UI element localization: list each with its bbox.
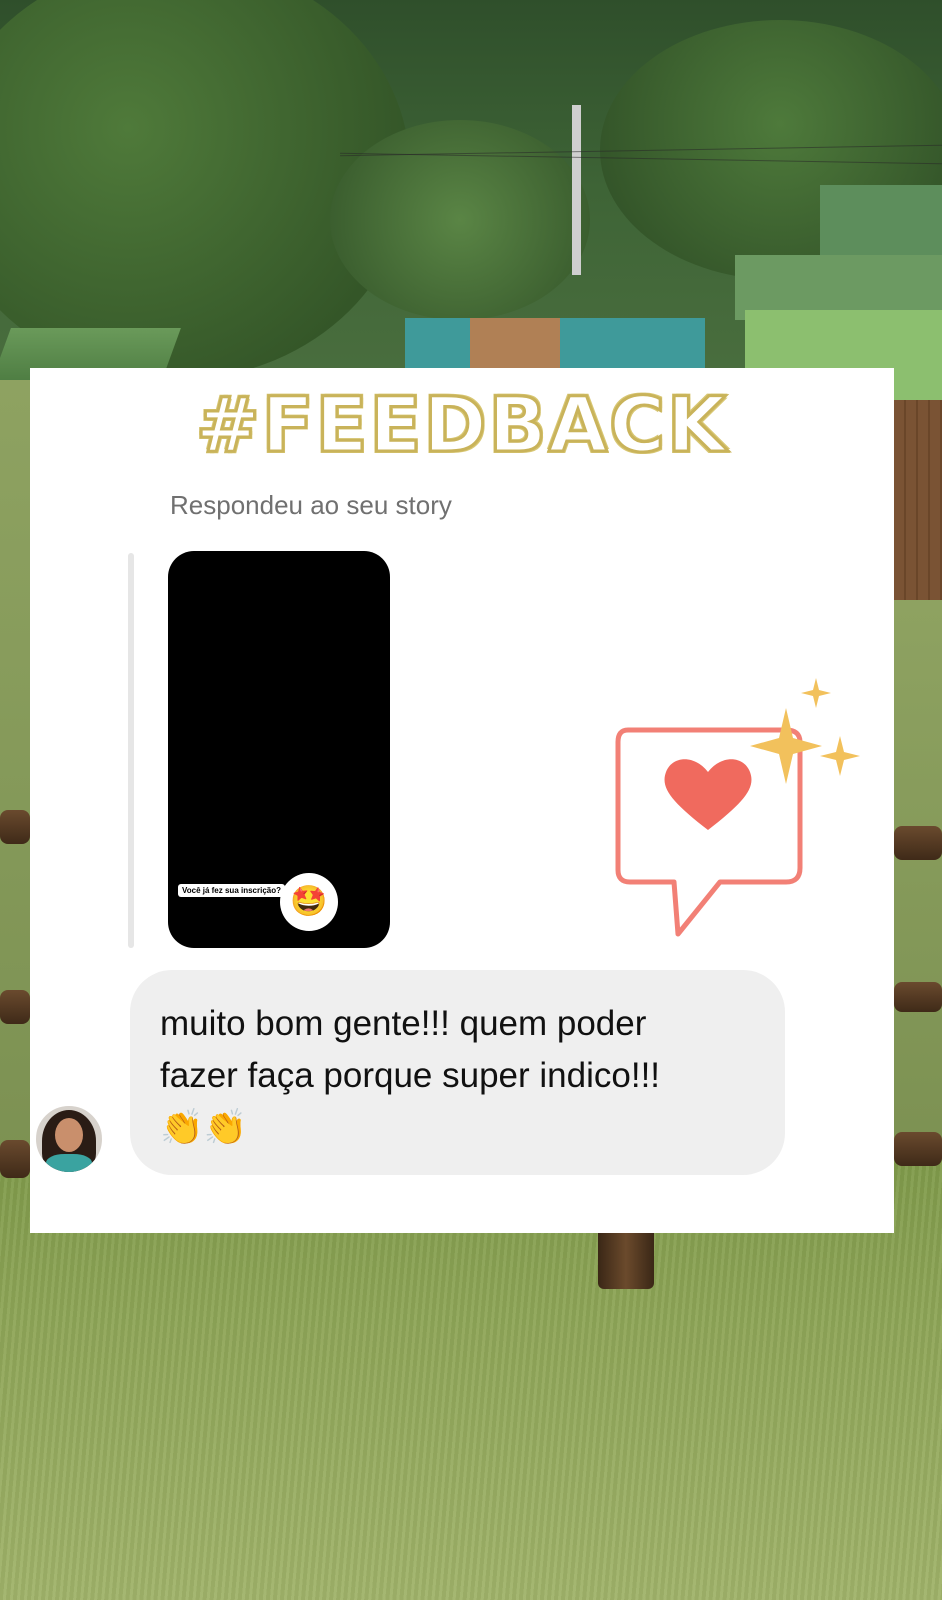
fence-rail: [0, 810, 30, 844]
cabin-wall: [894, 400, 942, 600]
sparkle-icon: [820, 736, 860, 776]
lawn-right: [894, 600, 942, 1160]
fence-rail: [0, 1140, 30, 1178]
reply-quote-bar: [128, 553, 134, 948]
star-struck-emoji-icon: 🤩: [280, 873, 338, 931]
fence-post: [598, 1225, 654, 1289]
story-question-sticker: Você já fez sua inscrição?: [178, 884, 286, 897]
avatar[interactable]: [34, 1104, 104, 1174]
clapping-hands-emoji-icon: 👏👏: [160, 1108, 248, 1147]
sparkle-icon: [750, 708, 822, 784]
heart-icon: [664, 759, 752, 830]
fence-rail: [894, 982, 942, 1012]
roof: [820, 185, 942, 255]
heart-speech-bubble-icon: [615, 678, 860, 937]
avatar-face: [55, 1118, 83, 1152]
message-bubble[interactable]: muito bom gente!!! quem poder fazer faça…: [130, 970, 785, 1175]
roof: [470, 318, 560, 368]
message-text: muito bom gente!!! quem poder fazer faça…: [160, 998, 770, 1154]
story-thumbnail[interactable]: Você já fez sua inscrição? 🤩: [168, 551, 390, 948]
speech-bubble-outline: [615, 727, 803, 937]
avatar-shirt: [46, 1154, 92, 1172]
feedback-card: #FEEDBACK Respondeu ao seu story Você já…: [30, 368, 894, 1233]
utility-pole: [572, 105, 581, 275]
sparkle-icon: [801, 678, 831, 708]
fence-rail: [894, 1132, 942, 1166]
fence-rail: [894, 826, 942, 860]
message-line: muito bom gente!!! quem poder: [160, 1004, 647, 1043]
message-line: fazer faça porque super indico!!!: [160, 1056, 661, 1095]
tree: [330, 120, 590, 320]
fence-rail: [0, 990, 30, 1024]
lawn-left: [0, 380, 30, 1170]
reply-caption: Respondeu ao seu story: [170, 490, 452, 520]
feedback-title: #FEEDBACK: [195, 379, 728, 471]
